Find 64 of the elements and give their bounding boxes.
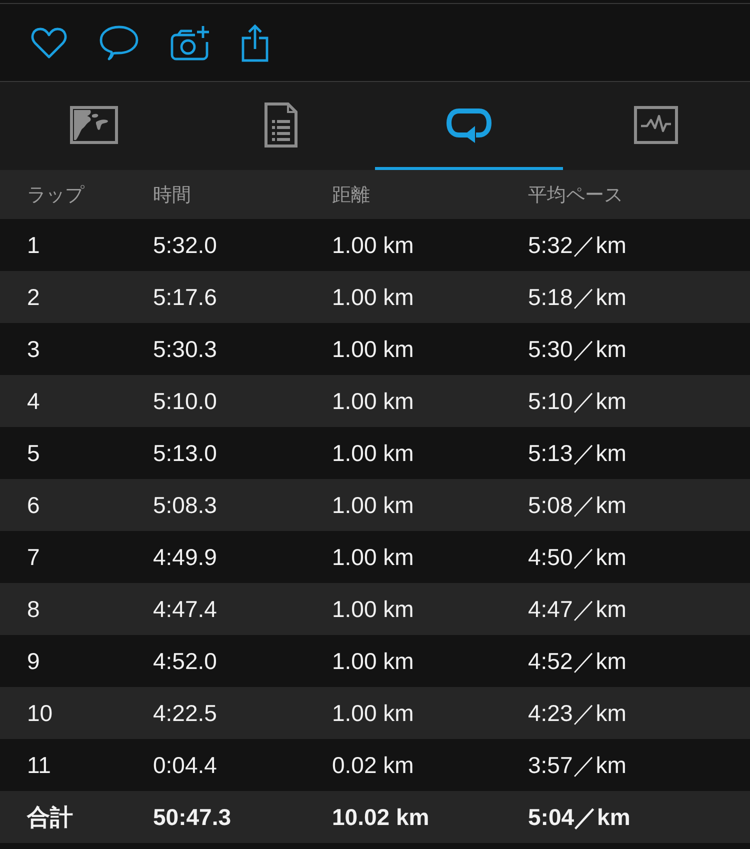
table-cell: 5:17.6 <box>153 284 217 310</box>
column-header: 平均ペース <box>528 184 623 208</box>
table-cell: 1.00 km <box>332 284 414 310</box>
loop-arrow-icon <box>446 106 492 144</box>
column-header: 距離 <box>332 184 370 208</box>
table-cell: 1.00 km <box>332 440 414 466</box>
table-cell: 5:08.3 <box>153 492 217 518</box>
table-cell: 1.00 km <box>332 336 414 362</box>
table-cell: 4 <box>27 388 40 414</box>
column-header: 時間 <box>153 184 191 208</box>
map-icon <box>70 106 118 144</box>
table-cell: 1.00 km <box>332 492 414 518</box>
table-cell: 4:47.4 <box>153 596 217 622</box>
table-cell: 10 <box>27 700 53 726</box>
table-cell: 4:49.9 <box>153 544 217 570</box>
table-cell: 11 <box>27 752 51 778</box>
table-cell: 1.00 km <box>332 596 414 622</box>
table-cell: 0.02 km <box>332 752 414 778</box>
table-cell: 4:52.0 <box>153 648 217 674</box>
table-cell-text: 5:32／km <box>528 230 626 260</box>
table-cell: 1.00 km <box>332 700 414 726</box>
table-cell: 1 <box>27 232 40 258</box>
pulse-monitor-icon <box>634 106 678 144</box>
table-cell: 5:32.0 <box>153 232 217 258</box>
table-cell: 2 <box>27 284 40 310</box>
table-cell-text: 4:47／km <box>528 594 626 624</box>
table-cell-text: 5:04／km <box>528 802 630 832</box>
document-list-icon <box>264 102 298 148</box>
table-cell-text: 4:50／km <box>528 542 626 572</box>
column-header: ラップ <box>27 184 84 208</box>
table-cell: 1.00 km <box>332 232 414 258</box>
share-icon <box>241 24 269 62</box>
table-cell: 3 <box>27 336 40 362</box>
table-cell-text: 5:10／km <box>528 386 626 416</box>
add-photo-button[interactable] <box>170 24 210 60</box>
table-cell: 1.00 km <box>332 648 414 674</box>
table-cell: 1.00 km <box>332 388 414 414</box>
like-button[interactable] <box>30 26 68 58</box>
table-cell: 5:10.0 <box>153 388 217 414</box>
table-cell: 5:30.3 <box>153 336 217 362</box>
table-cell: 5:13.0 <box>153 440 217 466</box>
table-cell: 50:47.3 <box>153 804 232 830</box>
table-cell: 9 <box>27 648 40 674</box>
table-cell-text: 合計 <box>27 802 73 832</box>
speech-bubble-icon <box>99 24 139 60</box>
table-cell: 6 <box>27 492 40 518</box>
table-cell-text: 5:30／km <box>528 334 626 364</box>
table-cell: 4:22.5 <box>153 700 217 726</box>
table-cell: 7 <box>27 544 40 570</box>
comment-button[interactable] <box>99 24 139 60</box>
table-cell-text: 4:52／km <box>528 646 626 676</box>
share-button[interactable] <box>241 24 269 62</box>
table-cell: 8 <box>27 596 40 622</box>
table-cell-text: 5:18／km <box>528 282 626 312</box>
table-cell-text: 5:08／km <box>528 490 626 520</box>
heart-icon <box>30 26 68 58</box>
table-cell: 5 <box>27 440 40 466</box>
table-cell: 10.02 km <box>332 804 430 830</box>
table-cell: 0:04.4 <box>153 752 217 778</box>
table-cell: 1.00 km <box>332 544 414 570</box>
table-cell-text: 5:13／km <box>528 438 626 468</box>
camera-plus-icon <box>170 24 210 60</box>
table-cell-text: 4:23／km <box>528 698 626 728</box>
table-cell-text: 3:57／km <box>528 750 626 780</box>
